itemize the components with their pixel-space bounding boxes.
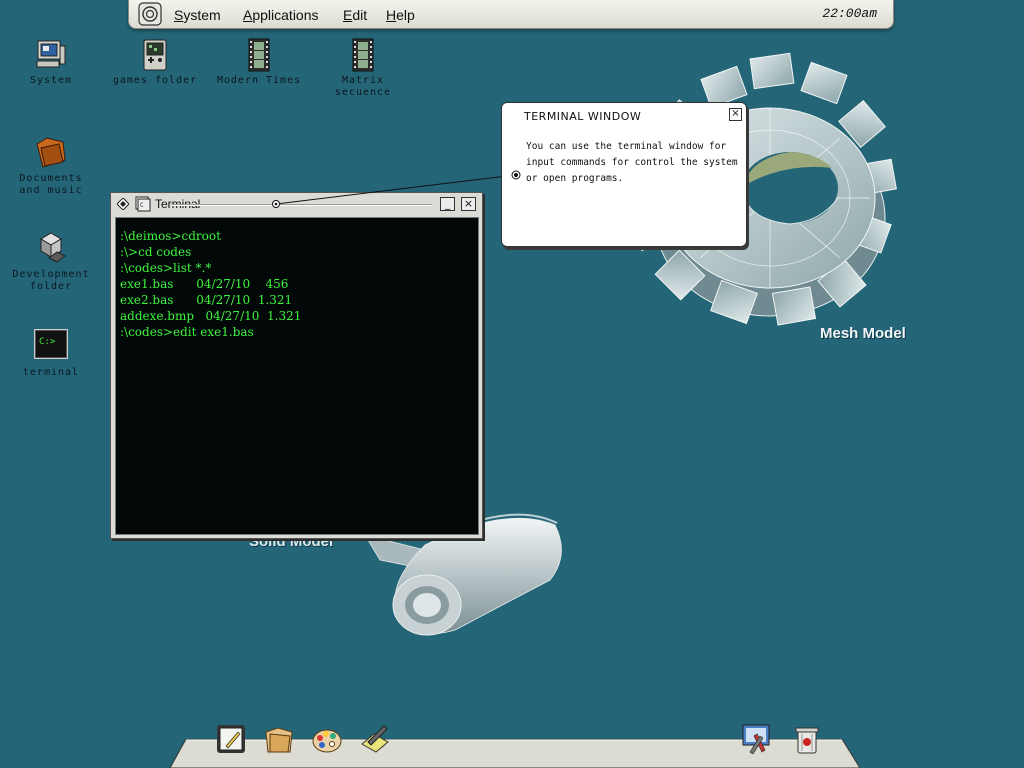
menu-applications[interactable]: Applications: [243, 7, 319, 23]
terminal-icon-glyph: C:>: [39, 337, 56, 347]
terminal-app-icon: C: [135, 196, 151, 212]
desktop-icon-label: Matrix secuence: [334, 75, 392, 98]
film-icon: [352, 38, 374, 72]
mesh-model-label: Mesh Model: [820, 325, 906, 342]
tools-icon[interactable]: [740, 722, 774, 756]
desktop-icon-label: terminal: [22, 367, 80, 378]
callout-title: TERMINAL WINDOW: [524, 110, 642, 123]
desktop-icon-label: System: [29, 75, 73, 86]
terminal-line: :\deimos>cdroot: [120, 229, 221, 243]
shapes-icon: [40, 232, 66, 263]
desktop-icon-label: Development folder: [12, 269, 90, 292]
terminal-line: :\>cd codes: [120, 245, 192, 259]
callout-body: You can use the terminal window for inpu…: [526, 141, 738, 184]
folders-icon[interactable]: [262, 722, 296, 756]
menu-system[interactable]: System: [174, 7, 221, 23]
computer-icon: [36, 40, 66, 68]
terminal-titlebar[interactable]: C Terminal _ ×: [111, 193, 482, 215]
desktop-icon-system[interactable]: System: [15, 38, 87, 87]
top-menu-bar: System Applications Edit Help 22:00am: [128, 0, 894, 29]
desktop-icon-label: Documents and music: [19, 173, 83, 196]
paint-palette-icon[interactable]: [310, 722, 344, 756]
desktop-icon-development-folder[interactable]: Development folder: [3, 230, 99, 293]
terminal-window[interactable]: C Terminal _ × :\deimos>cdroot :\>cd cod…: [110, 192, 483, 539]
desktop-icon-terminal[interactable]: C:> terminal: [14, 330, 88, 379]
desktop-icon-matrix-secuence[interactable]: Matrix secuence: [322, 38, 404, 99]
desktop-icon-games-folder[interactable]: games folder: [103, 38, 207, 87]
desktop-icon-label: Modern Times: [216, 75, 302, 86]
trash-icon[interactable]: [790, 722, 824, 756]
window-menu-icon[interactable]: [117, 198, 129, 210]
terminal-line: exe1.bas 04/27/10 456: [120, 277, 289, 291]
terminal-icon: C:>: [35, 330, 67, 358]
callout-close-button[interactable]: ×: [729, 108, 742, 121]
film-icon: [248, 38, 270, 72]
menu-help[interactable]: Help: [386, 7, 415, 23]
svg-text:C: C: [140, 202, 144, 209]
terminal-line: :\codes>list *.*: [120, 261, 212, 275]
close-button[interactable]: ×: [461, 197, 476, 211]
game-console-icon: [143, 39, 167, 71]
desktop-icon-modern-times[interactable]: Modern Times: [208, 38, 310, 87]
clock[interactable]: 22:00am: [822, 6, 877, 21]
terminal-info-callout: TERMINAL WINDOW × You can use the termin…: [501, 102, 747, 247]
minimize-button[interactable]: _: [440, 197, 455, 211]
terminal-output[interactable]: :\deimos>cdroot :\>cd codes :\codes>list…: [115, 217, 479, 535]
terminal-line: :\codes>edit exe1.bas: [120, 325, 254, 339]
folder-icon: [36, 137, 66, 168]
system-logo-icon[interactable]: [138, 2, 162, 26]
edit-tool-icon[interactable]: [358, 722, 392, 756]
terminal-line: exe2.bas 04/27/10 1.321: [120, 293, 293, 307]
callout-anchor-icon: [511, 170, 521, 180]
menu-edit[interactable]: Edit: [343, 7, 367, 23]
terminal-line: addexe.bmp 04/27/10 1.321: [120, 309, 302, 323]
notepad-icon[interactable]: [214, 722, 248, 756]
desktop-icon-documents-and-music[interactable]: Documents and music: [8, 134, 94, 197]
desktop-icon-label: games folder: [112, 75, 198, 86]
titlebar-groove: [171, 204, 432, 206]
